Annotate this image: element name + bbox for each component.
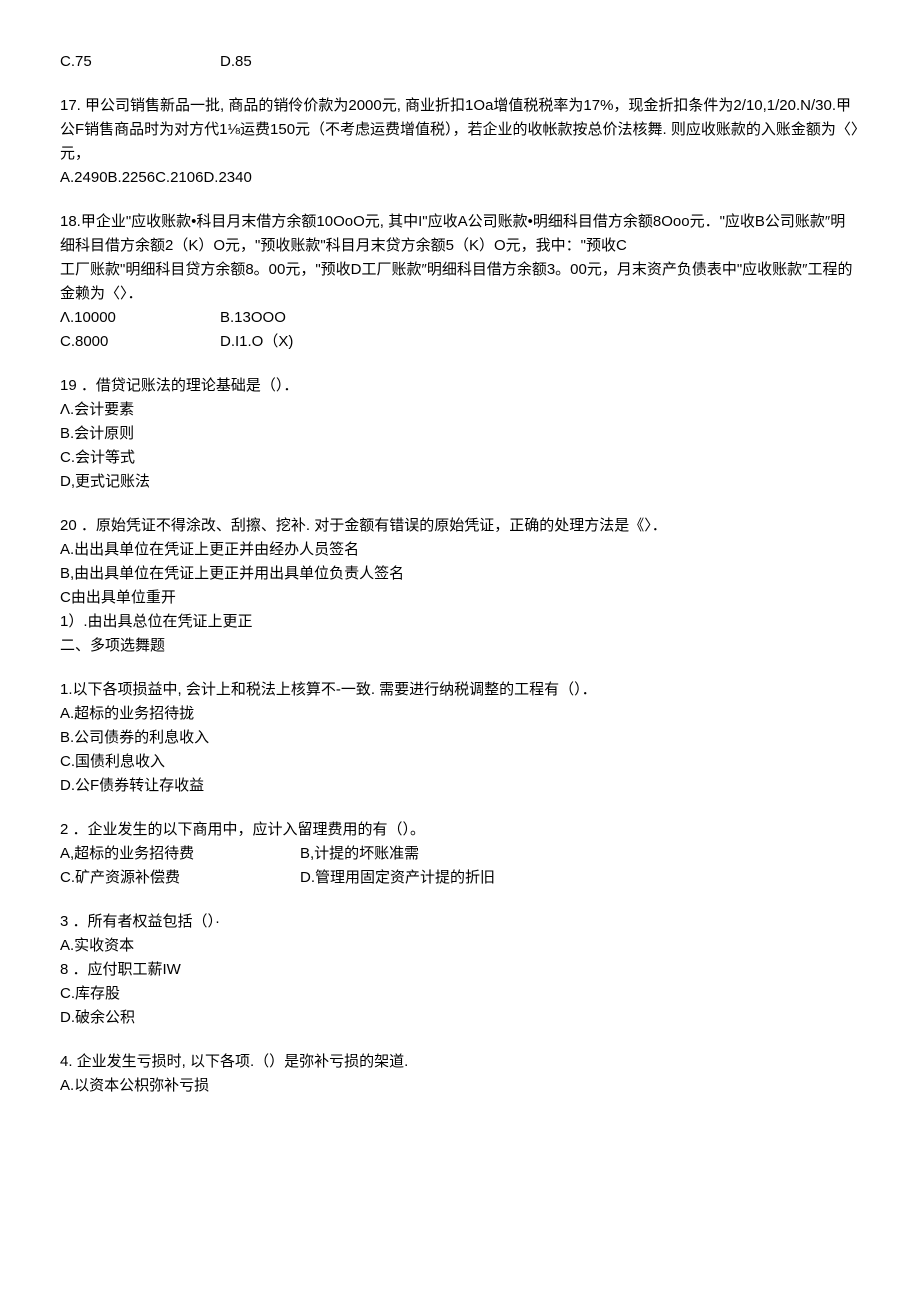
q20-option-d: 1）.由出具总位在凭证上更正 xyxy=(60,610,860,634)
m2-stem: 2 ．企业发生的以下商用中，应计入留理费用的有（）。 xyxy=(60,818,860,842)
m2-options-cd: C.矿产资源补偿费 D.管理用固定资产计提的折旧 xyxy=(60,866,860,890)
m1-option-d: D.公F债券转让存收益 xyxy=(60,774,860,798)
m1-stem: 1.以下各项损益中, 会计上和税法上核算不-一致. 需要进行纳税调整的工程有（）… xyxy=(60,678,860,702)
q20-option-a: A.出出具单位在凭证上更正并由经办人员签名 xyxy=(60,538,860,562)
q19-option-b: B.会计原则 xyxy=(60,422,860,446)
q19-option-c: C.会计等式 xyxy=(60,446,860,470)
q18-stem-1: 18.甲企业"应收账款•科目月末借方余额10OoO元, 其中I"应收A公司账款•… xyxy=(60,210,860,258)
q18-option-a: Λ.10000 xyxy=(60,306,220,330)
m2-option-c: C.矿产资源补偿费 xyxy=(60,866,300,890)
q17-options: A.2490B.2256C.2106D.2340 xyxy=(60,166,860,190)
m2-option-d: D.管理用固定资产计提的折旧 xyxy=(300,866,495,890)
m3-option-a: A.实收资本 xyxy=(60,934,860,958)
q19-option-a: Λ.会计要素 xyxy=(60,398,860,422)
q18-option-c: C.8000 xyxy=(60,330,220,354)
q18-stem-2: 工厂账款"明细科目贷方余额8。00元，"预收D工厂账款″明细科目借方余额3。00… xyxy=(60,258,860,306)
q19-stem: 19 ．借贷记账法的理论基础是（）． xyxy=(60,374,860,398)
q17-stem: 17. 甲公司销售新品一批, 商品的销伶价款为2000元, 商业折扣1Oa增值税… xyxy=(60,94,860,166)
q20-stem: 20 ．原始凭证不得涂改、刮擦、挖补. 对于金额有错误的原始凭证，正确的处理方法… xyxy=(60,514,860,538)
q18-options-cd: C.8000 D.I1.O（X) xyxy=(60,330,860,354)
q20-option-b: B,由出具单位在凭证上更正并用出具单位负责人签名 xyxy=(60,562,860,586)
m2-option-b: B,计提的坏账准需 xyxy=(300,842,419,866)
m4-option-a: A.以资本公枳弥补亏损 xyxy=(60,1074,860,1098)
m1-option-b: B.公司债券的利息收入 xyxy=(60,726,860,750)
q19-option-d: D,更式记账法 xyxy=(60,470,860,494)
q18-option-b: B.13OOO xyxy=(220,306,286,330)
m1-option-a: A.超标的业务招待拢 xyxy=(60,702,860,726)
q18-option-d: D.I1.O（X) xyxy=(220,330,293,354)
q16-options-cd: C.75 D.85 xyxy=(60,50,860,74)
m1-option-c: C.国债利息收入 xyxy=(60,750,860,774)
m3-stem: 3 ．所有者权益包括（）· xyxy=(60,910,860,934)
m2-option-a: A,超标的业务招待费 xyxy=(60,842,300,866)
m2-options-ab: A,超标的业务招待费 B,计提的坏账准需 xyxy=(60,842,860,866)
q20-option-c: C由出具单位重开 xyxy=(60,586,860,610)
m3-option-d: D.破余公积 xyxy=(60,1006,860,1030)
m3-option-b: 8 ．应付职工薪IW xyxy=(60,958,860,982)
section-2-title: 二、多项选舞题 xyxy=(60,634,860,658)
m3-option-c: C.库存股 xyxy=(60,982,860,1006)
q18-options-ab: Λ.10000 B.13OOO xyxy=(60,306,860,330)
q16-option-d: D.85 xyxy=(220,50,252,74)
q16-option-c: C.75 xyxy=(60,50,220,74)
m4-stem: 4. 企业发生亏损时, 以下各项.（）是弥补亏损的架道. xyxy=(60,1050,860,1074)
